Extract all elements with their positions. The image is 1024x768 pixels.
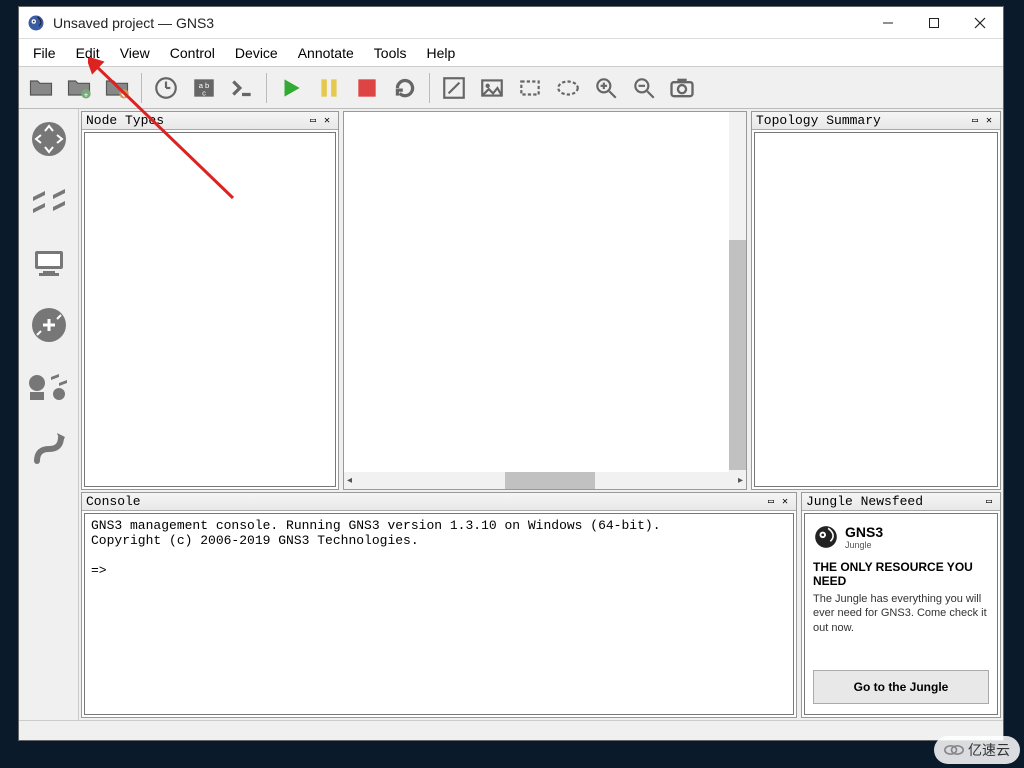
menu-view[interactable]: View bbox=[110, 41, 160, 65]
insert-picture-button[interactable] bbox=[474, 70, 510, 106]
panel-close-icon[interactable]: ✕ bbox=[320, 115, 334, 127]
panel-float-icon[interactable]: ▭ bbox=[982, 496, 996, 508]
menu-device[interactable]: Device bbox=[225, 41, 288, 65]
menubar: File Edit View Control Device Annotate T… bbox=[19, 39, 1003, 67]
titlebar: Unsaved project — GNS3 bbox=[19, 7, 1003, 39]
maximize-button[interactable] bbox=[911, 7, 957, 38]
console-body[interactable]: GNS3 management console. Running GNS3 ve… bbox=[84, 513, 794, 715]
newsfeed-body: GNS3 Jungle THE ONLY RESOURCE YOU NEED T… bbox=[804, 513, 998, 715]
menu-file[interactable]: File bbox=[23, 41, 66, 65]
topology-title: Topology Summary bbox=[756, 113, 881, 128]
device-toolbar bbox=[19, 109, 79, 720]
lower-panels: Console▭✕ GNS3 management console. Runni… bbox=[79, 492, 1003, 720]
topology-body[interactable] bbox=[754, 132, 998, 487]
show-labels-button[interactable]: a bc bbox=[186, 70, 222, 106]
switches-button[interactable] bbox=[27, 179, 71, 223]
pause-all-button[interactable] bbox=[311, 70, 347, 106]
open-project-button[interactable] bbox=[23, 70, 59, 106]
console-title: Console bbox=[86, 494, 141, 509]
security-devices-button[interactable] bbox=[27, 303, 71, 347]
panel-float-icon[interactable]: ▭ bbox=[306, 115, 320, 127]
add-note-button[interactable] bbox=[436, 70, 472, 106]
panel-close-icon[interactable]: ✕ bbox=[778, 496, 792, 508]
newsfeed-panel: Jungle Newsfeed ▭ GNS3 Jungle THE ONLY RE… bbox=[801, 492, 1001, 718]
node-types-body[interactable] bbox=[84, 132, 336, 487]
vertical-scrollbar[interactable] bbox=[729, 112, 746, 472]
go-to-jungle-button[interactable]: Go to the Jungle bbox=[813, 670, 989, 704]
statusbar bbox=[19, 720, 1003, 740]
console-panel: Console ▭✕ GNS3 management console. Runni… bbox=[81, 492, 797, 718]
app-icon bbox=[27, 14, 45, 32]
toolbar: + a bc bbox=[19, 67, 1003, 109]
node-types-title: Node Types bbox=[86, 113, 164, 128]
separator bbox=[429, 73, 430, 103]
snapshot-button[interactable] bbox=[148, 70, 184, 106]
window-title: Unsaved project — GNS3 bbox=[53, 15, 865, 31]
panel-close-icon[interactable]: ✕ bbox=[982, 115, 996, 127]
start-all-button[interactable] bbox=[273, 70, 309, 106]
reload-all-button[interactable] bbox=[387, 70, 423, 106]
app-window: Unsaved project — GNS3 File Edit View Co… bbox=[18, 6, 1004, 741]
panel-float-icon[interactable]: ▭ bbox=[764, 496, 778, 508]
node-types-panel: Node Types ▭✕ bbox=[81, 111, 339, 490]
window-controls bbox=[865, 7, 1003, 38]
console-all-button[interactable] bbox=[224, 70, 260, 106]
end-devices-button[interactable] bbox=[27, 241, 71, 285]
close-button[interactable] bbox=[957, 7, 1003, 38]
news-headline: THE ONLY RESOURCE YOU NEED bbox=[813, 560, 989, 588]
news-text: The Jungle has everything you will ever … bbox=[813, 592, 989, 660]
gns3-logo-icon bbox=[813, 524, 839, 550]
separator bbox=[266, 73, 267, 103]
menu-help[interactable]: Help bbox=[416, 41, 465, 65]
watermark: 亿速云 bbox=[934, 736, 1020, 764]
zoom-in-button[interactable] bbox=[588, 70, 624, 106]
menu-edit[interactable]: Edit bbox=[66, 41, 110, 65]
newsfeed-title: Jungle Newsfeed bbox=[806, 494, 923, 509]
minimize-button[interactable] bbox=[865, 7, 911, 38]
add-link-button[interactable] bbox=[27, 427, 71, 471]
svg-text:+: + bbox=[84, 90, 89, 99]
menu-annotate[interactable]: Annotate bbox=[288, 41, 364, 65]
all-devices-button[interactable] bbox=[27, 365, 71, 409]
separator bbox=[141, 73, 142, 103]
horizontal-scrollbar[interactable]: ◂▸ bbox=[344, 472, 746, 489]
zoom-out-button[interactable] bbox=[626, 70, 662, 106]
menu-control[interactable]: Control bbox=[160, 41, 225, 65]
news-brandsub: Jungle bbox=[845, 540, 883, 550]
main-body: Node Types▭✕ ◂▸ Topology Summary▭✕ Conso… bbox=[19, 109, 1003, 720]
topology-panel: Topology Summary ▭✕ bbox=[751, 111, 1001, 490]
svg-text:c: c bbox=[202, 88, 206, 97]
new-project-button[interactable]: + bbox=[61, 70, 97, 106]
workspace-panel[interactable]: ◂▸ bbox=[343, 111, 747, 490]
stop-all-button[interactable] bbox=[349, 70, 385, 106]
draw-rectangle-button[interactable] bbox=[512, 70, 548, 106]
panel-float-icon[interactable]: ▭ bbox=[968, 115, 982, 127]
middle-area: Node Types▭✕ ◂▸ Topology Summary▭✕ Conso… bbox=[79, 109, 1003, 720]
news-brand: GNS3 bbox=[845, 524, 883, 540]
draw-ellipse-button[interactable] bbox=[550, 70, 586, 106]
save-project-button[interactable] bbox=[99, 70, 135, 106]
screenshot-button[interactable] bbox=[664, 70, 700, 106]
menu-tools[interactable]: Tools bbox=[364, 41, 417, 65]
routers-button[interactable] bbox=[27, 117, 71, 161]
upper-panels: Node Types▭✕ ◂▸ Topology Summary▭✕ bbox=[79, 109, 1003, 492]
